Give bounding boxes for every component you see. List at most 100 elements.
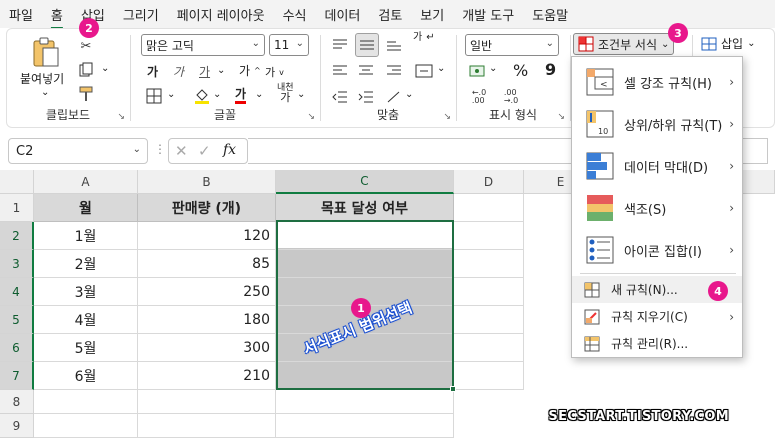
menu-item-data-bars[interactable]: 데이터 막대(D) › — [572, 145, 742, 187]
column-header-c[interactable]: C — [276, 170, 454, 194]
shrink-font-button[interactable]: 가v — [265, 64, 284, 80]
cell-d6[interactable] — [454, 334, 524, 362]
menu-formulas[interactable]: 수식 — [274, 5, 316, 24]
cut-icon[interactable]: ✂ — [77, 37, 95, 55]
insert-function-button[interactable]: fx — [223, 142, 236, 158]
menu-item-top-bottom[interactable]: 10 상위/하위 규칙(T) › — [572, 103, 742, 145]
align-top-icon[interactable] — [329, 35, 351, 55]
fill-color-icon[interactable] — [193, 87, 211, 105]
cell-a3[interactable]: 2월 — [34, 250, 138, 278]
menu-item-color-scales[interactable]: 색조(S) › — [572, 187, 742, 229]
cell-a6[interactable]: 5월 — [34, 334, 138, 362]
underline-button[interactable]: 가 — [199, 63, 210, 80]
merge-dropdown-icon[interactable]: ⌄ — [437, 63, 445, 74]
align-center-icon[interactable] — [355, 61, 377, 81]
align-right-icon[interactable] — [383, 61, 405, 81]
indent-increase-icon[interactable] — [355, 87, 377, 107]
menu-item-highlight-cells[interactable]: < 셀 강조 규칙(H) › — [572, 61, 742, 103]
menu-item-manage-rules[interactable]: 규칙 관리(R)... — [572, 330, 742, 357]
clipboard-launcher-icon[interactable]: ↘ — [117, 112, 125, 122]
orientation-icon[interactable] — [383, 87, 405, 107]
cell-a8[interactable] — [34, 390, 138, 414]
row-header-6[interactable]: 6 — [0, 334, 34, 362]
align-left-icon[interactable] — [329, 61, 351, 81]
cell-d1[interactable] — [454, 194, 524, 222]
name-box[interactable]: C2 ⌄ — [8, 138, 148, 164]
insert-cells-button[interactable]: 삽입 ⌄ — [701, 35, 755, 52]
number-launcher-icon[interactable]: ↘ — [557, 112, 565, 122]
column-header-d[interactable]: D — [454, 170, 524, 194]
menu-developer[interactable]: 개발 도구 — [453, 5, 523, 24]
cell-d3[interactable] — [454, 250, 524, 278]
cell-b9[interactable] — [138, 414, 276, 438]
menu-file[interactable]: 파일 — [0, 5, 42, 24]
header-cell-sales[interactable]: 판매량 (개) — [138, 194, 276, 222]
select-all-corner[interactable] — [0, 170, 34, 194]
cell-b6[interactable]: 300 — [138, 334, 276, 362]
wrap-text-button[interactable]: 가 ↵ — [413, 33, 435, 43]
cell-c3[interactable] — [276, 250, 454, 278]
fill-color-dropdown-icon[interactable]: ⌄ — [213, 89, 221, 100]
cell-a9[interactable] — [34, 414, 138, 438]
align-bottom-icon[interactable] — [383, 35, 405, 55]
row-header-9[interactable]: 9 — [0, 414, 34, 438]
merge-center-icon[interactable] — [413, 61, 435, 81]
phonetic-dropdown-icon[interactable]: ⌄ — [297, 89, 305, 100]
menu-view[interactable]: 보기 — [411, 5, 453, 24]
format-painter-icon[interactable] — [77, 85, 95, 103]
row-header-8[interactable]: 8 — [0, 390, 34, 414]
border-icon[interactable] — [145, 87, 163, 105]
cell-d5[interactable] — [454, 306, 524, 334]
bold-button[interactable]: 가 — [147, 63, 158, 80]
row-header-5[interactable]: 5 — [0, 306, 34, 334]
menu-home[interactable]: 홈 — [42, 5, 72, 24]
cell-a4[interactable]: 3월 — [34, 278, 138, 306]
cell-b3[interactable]: 85 — [138, 250, 276, 278]
menu-draw[interactable]: 그리기 — [114, 5, 168, 24]
number-format-select[interactable]: 일반 ⌄ — [465, 34, 559, 56]
conditional-formatting-button[interactable]: 조건부 서식 ⌄ — [573, 33, 675, 55]
menu-help[interactable]: 도움말 — [523, 5, 577, 24]
cell-a5[interactable]: 4월 — [34, 306, 138, 334]
underline-dropdown-icon[interactable]: ⌄ — [217, 65, 225, 76]
row-header-7[interactable]: 7 — [0, 362, 34, 390]
cell-a7[interactable]: 6월 — [34, 362, 138, 390]
accounting-dropdown-icon[interactable]: ⌄ — [489, 63, 497, 74]
cell-d7[interactable] — [454, 362, 524, 390]
paste-icon[interactable] — [29, 35, 63, 69]
cell-b7[interactable]: 210 — [138, 362, 276, 390]
menu-item-icon-sets[interactable]: 아이콘 집합(I) › — [572, 229, 742, 271]
indent-decrease-icon[interactable] — [329, 87, 351, 107]
menu-item-clear-rules[interactable]: 규칙 지우기(C) › — [572, 303, 742, 330]
cell-b5[interactable]: 180 — [138, 306, 276, 334]
align-middle-icon[interactable] — [355, 33, 379, 57]
cell-c7[interactable] — [276, 362, 454, 390]
cell-c9[interactable] — [276, 414, 454, 438]
header-cell-month[interactable]: 월 — [34, 194, 138, 222]
column-header-a[interactable]: A — [34, 170, 138, 194]
copy-icon[interactable] — [77, 61, 95, 79]
comma-button[interactable]: 9 — [545, 60, 556, 79]
row-header-4[interactable]: 4 — [0, 278, 34, 306]
cell-d2[interactable] — [454, 222, 524, 250]
orientation-dropdown-icon[interactable]: ⌄ — [405, 89, 413, 100]
font-launcher-icon[interactable]: ↘ — [307, 112, 315, 122]
column-header-b[interactable]: B — [138, 170, 276, 194]
italic-button[interactable]: 가 — [173, 63, 184, 80]
row-header-2[interactable]: 2 — [0, 222, 34, 250]
font-color-dropdown-icon[interactable]: ⌄ — [255, 89, 263, 100]
font-color-button[interactable]: 가 — [235, 87, 247, 104]
font-size-select[interactable]: 11 ⌄ — [269, 34, 309, 56]
percent-button[interactable]: % — [513, 61, 528, 80]
paste-dropdown-icon[interactable]: ⌄ — [41, 87, 49, 98]
font-name-select[interactable]: 맑은 고딕 ⌄ — [141, 34, 265, 56]
formula-bar-options-icon[interactable]: ⋮ — [154, 142, 166, 156]
border-dropdown-icon[interactable]: ⌄ — [167, 89, 175, 100]
row-header-1[interactable]: 1 — [0, 194, 34, 222]
alignment-launcher-icon[interactable]: ↘ — [443, 112, 451, 122]
cancel-icon[interactable]: ✕ — [175, 142, 188, 160]
active-cell[interactable] — [278, 222, 452, 248]
cell-c8[interactable] — [276, 390, 454, 414]
cell-b4[interactable]: 250 — [138, 278, 276, 306]
enter-icon[interactable]: ✓ — [198, 142, 211, 160]
